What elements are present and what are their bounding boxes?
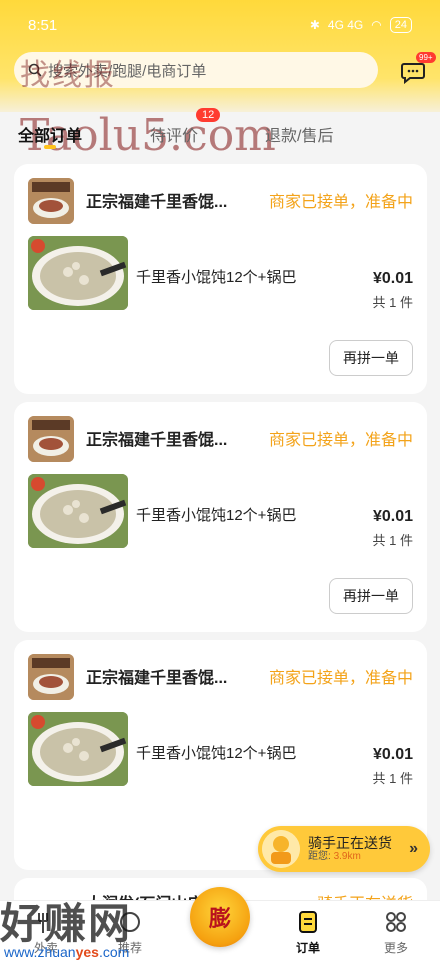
order-status: 商家已接单，准备中 — [268, 432, 413, 449]
nav-takeout[interactable]: 外卖 — [14, 909, 78, 956]
message-badge: 99+ — [416, 52, 436, 63]
order-status: 商家已接单，准备中 — [268, 194, 413, 211]
nav-label: 外卖 — [33, 941, 58, 955]
shop-thumbnail — [28, 416, 74, 462]
status-indicators: ✱ 4G 4G ◠ 24 — [310, 17, 412, 33]
order-tabs: 全部订单 待评价 退款/售后 — [0, 112, 440, 154]
nav-label: 推荐 — [117, 941, 142, 955]
nav-center-button[interactable]: 膨 — [190, 887, 250, 947]
search-icon — [28, 63, 42, 77]
rider-distance: 距您: 3.9km — [308, 851, 392, 863]
double-chevron-right-icon: » — [409, 840, 418, 857]
rider-delivery-banner[interactable]: 骑手正在送货 距您: 3.9km » — [258, 826, 430, 872]
reorder-button[interactable]: 再拼一单 — [329, 578, 413, 614]
status-bar: 8:51 ✱ 4G 4G ◠ 24 — [0, 0, 440, 50]
nav-label: 订单 — [295, 941, 320, 955]
order-card[interactable]: 正宗福建千里香馄... 商家已接单，准备中 千里香小馄饨12个+锅巴 ¥0.01… — [14, 402, 427, 632]
bottom-nav: 外卖 推荐 膨 订单 更多 — [0, 887, 440, 978]
item-thumbnail — [28, 474, 128, 548]
shop-thumbnail — [28, 178, 74, 224]
tab-refund[interactable]: 退款/售后 — [265, 122, 333, 146]
item-quantity: 共 1 件 — [372, 295, 413, 310]
shop-name[interactable]: 正宗福建千里香馄... — [86, 426, 227, 450]
grid-icon — [386, 912, 406, 932]
item-quantity: 共 1 件 — [372, 771, 413, 786]
battery-icon: 24 — [389, 17, 412, 33]
tab-badge-pending: 12 — [196, 108, 221, 122]
wifi-icon: ◠ — [371, 18, 382, 32]
message-button[interactable]: 99+ — [400, 52, 436, 86]
item-thumbnail — [28, 236, 128, 310]
rider-avatar — [262, 830, 300, 868]
nav-recommend[interactable]: 推荐 — [98, 909, 162, 956]
nav-more[interactable]: 更多 — [364, 909, 428, 956]
nav-orders[interactable]: 订单 — [276, 909, 340, 956]
item-quantity: 共 1 件 — [372, 533, 413, 548]
item-price: ¥0.01 — [372, 746, 413, 763]
takeout-icon — [38, 913, 48, 933]
search-input[interactable]: 搜索外卖/跑腿/电商订单 — [14, 52, 378, 88]
bluetooth-icon: ✱ — [309, 18, 320, 32]
item-thumbnail — [28, 712, 128, 786]
orders-icon — [299, 911, 317, 933]
nav-label: 更多 — [383, 941, 408, 955]
item-name: 千里香小馄饨12个+锅巴 — [136, 507, 297, 524]
tab-underline — [44, 145, 56, 149]
signal-indicators: 4G 4G — [327, 18, 364, 32]
item-name: 千里香小馄饨12个+锅巴 — [136, 745, 297, 762]
shop-name[interactable]: 正宗福建千里香馄... — [86, 188, 227, 212]
item-price: ¥0.01 — [372, 270, 413, 287]
item-name: 千里香小馄饨12个+锅巴 — [136, 269, 297, 286]
search-placeholder: 搜索外卖/跑腿/电商订单 — [48, 62, 207, 80]
shop-name[interactable]: 正宗福建千里香馄... — [86, 664, 227, 688]
tab-pending-review[interactable]: 待评价 — [150, 122, 198, 146]
shop-thumbnail — [28, 654, 74, 700]
rider-title: 骑手正在送货 — [308, 834, 392, 851]
tab-all-orders[interactable]: 全部订单 — [18, 122, 82, 146]
recommend-icon — [120, 912, 140, 932]
item-price: ¥0.01 — [372, 508, 413, 525]
rider-distance-value: 3.9km — [333, 851, 361, 863]
order-status: 商家已接单，准备中 — [268, 670, 413, 687]
status-time: 8:51 — [28, 16, 58, 34]
reorder-button[interactable]: 再拼一单 — [329, 340, 413, 376]
rider-info: 骑手正在送货 距您: 3.9km — [308, 835, 392, 864]
order-card[interactable]: 正宗福建千里香馄... 商家已接单，准备中 千里香小馄饨12个+锅巴 ¥0.01… — [14, 164, 427, 394]
rider-distance-label: 距您: — [308, 851, 331, 863]
